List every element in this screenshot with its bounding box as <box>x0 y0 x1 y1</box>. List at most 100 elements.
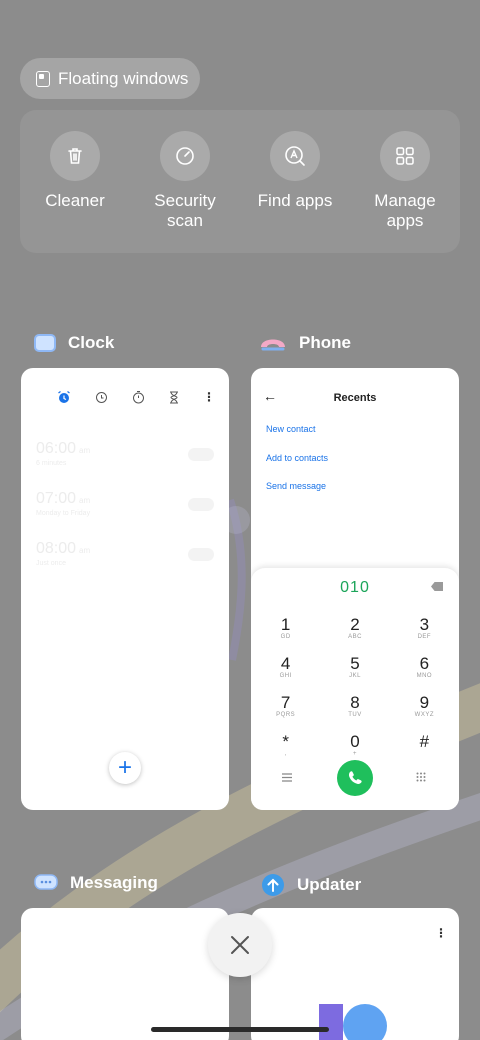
dial-key-letters: TUV <box>348 712 362 718</box>
dial-key-digit: 9 <box>419 693 430 712</box>
phone-app-name: Phone <box>299 333 351 352</box>
call-button[interactable] <box>337 760 373 796</box>
send-message-link[interactable]: Send message <box>266 481 326 491</box>
dial-key-letters: DEF <box>417 634 432 640</box>
timer-icon[interactable] <box>169 391 179 404</box>
alarm-ampm: am <box>79 496 91 505</box>
more-options-icon[interactable]: ⋮ <box>203 391 215 403</box>
dialed-number: 010 <box>340 579 370 596</box>
dial-key-8[interactable]: 8 TUV <box>320 694 389 719</box>
find-apps-label: Find apps <box>257 191 333 210</box>
updater-app-icon <box>262 874 284 896</box>
updater-app-card[interactable]: ⋮ <box>251 908 459 1040</box>
clear-all-button[interactable] <box>208 913 272 977</box>
messaging-app-icon <box>34 874 58 890</box>
dial-key-3[interactable]: 3 DEF <box>390 616 459 641</box>
dial-key-letters: , <box>284 751 287 757</box>
phone-icon <box>348 771 362 784</box>
dial-key-letters: GHI <box>279 673 292 679</box>
alarm-row[interactable]: 08:00 am Just once <box>36 540 214 580</box>
dial-key-digit: 3 <box>419 615 430 634</box>
updater-app-header[interactable]: Updater <box>261 873 361 897</box>
alarm-toggle[interactable] <box>188 548 214 561</box>
manage-apps-tool[interactable]: Manage apps <box>350 110 460 253</box>
recents-title: Recents <box>333 392 377 404</box>
miui-logo-icon <box>319 1004 387 1040</box>
dial-key-letters: PQRS <box>276 712 296 718</box>
phone-app-header[interactable]: Phone <box>259 333 351 353</box>
dial-key-letters: + <box>352 751 357 757</box>
security-scan-label: Security scan <box>154 191 216 230</box>
dial-key-digit: 5 <box>350 654 360 673</box>
alarm-row[interactable]: 07:00 am Monday to Friday <box>36 490 214 530</box>
alarm-repeat: 6 minutes <box>36 460 67 467</box>
alarm-row[interactable]: 06:00 am 6 minutes <box>36 440 214 480</box>
dial-key-digit: 2 <box>350 615 360 634</box>
dial-key-star[interactable]: *, <box>251 733 320 758</box>
stopwatch-icon[interactable] <box>132 390 145 404</box>
dial-key-digit: 0 <box>350 732 360 751</box>
manage-apps-label: Manage apps <box>374 191 436 230</box>
world-clock-icon[interactable] <box>95 391 108 404</box>
trash-icon <box>50 131 100 181</box>
grid-icon <box>380 131 430 181</box>
clock-app-card[interactable]: ⋮ 06:00 am 6 minutes 07:00 am Monday to Fr… <box>21 368 229 810</box>
alarm-toggle[interactable] <box>188 448 214 461</box>
dial-key-9[interactable]: 9 WXYZ <box>390 694 459 719</box>
dialpad-toggle-icon[interactable] <box>416 772 426 782</box>
alarm-toggle[interactable] <box>188 498 214 511</box>
clock-app-name: Clock <box>68 333 115 352</box>
alarm-icon[interactable] <box>57 390 71 404</box>
alarm-ampm: am <box>79 546 91 555</box>
dial-key-digit: 8 <box>350 693 360 712</box>
alarm-time: 07:00 <box>36 490 77 507</box>
cleaner-tool[interactable]: Cleaner <box>20 110 130 253</box>
dial-key-5[interactable]: 5 JKL <box>320 655 389 680</box>
quick-tools-panel: Cleaner Security scan Find apps Manage a… <box>20 110 460 253</box>
dial-key-digit: * <box>282 732 289 751</box>
dial-key-2[interactable]: 2 ABC <box>320 616 389 641</box>
clock-app-header[interactable]: Clock <box>34 333 114 353</box>
phone-app-icon <box>261 339 285 351</box>
messaging-app-header[interactable]: Messaging <box>34 873 158 893</box>
floating-window-icon <box>36 70 50 87</box>
alarm-repeat: Just once <box>36 560 66 567</box>
dial-keys: 1 GD 2 ABC 3 DEF 4 GHI 5 JKL 6 MNO 7 PQRS 8 TUV … <box>251 616 459 758</box>
updater-app-name: Updater <box>297 875 362 894</box>
phone-app-card[interactable]: ← Recents New contact Add to contacts Se… <box>251 368 459 810</box>
dial-key-0[interactable]: 0 + <box>320 733 389 758</box>
alarm-time: 08:00 <box>36 540 77 557</box>
security-scan-icon <box>160 131 210 181</box>
dial-key-digit: 4 <box>280 654 291 673</box>
find-apps-tool[interactable]: Find apps <box>240 110 350 253</box>
dial-key-hash[interactable]: # <box>390 733 459 758</box>
dial-key-6[interactable]: 6 MNO <box>390 655 459 680</box>
alarm-repeat: Monday to Friday <box>36 510 91 517</box>
dial-key-digit: 1 <box>280 615 291 634</box>
dial-key-letters: ABC <box>348 634 362 640</box>
add-alarm-button[interactable]: + <box>109 752 141 784</box>
floating-windows-button[interactable]: Floating windows <box>20 58 200 99</box>
messaging-app-name: Messaging <box>70 873 158 892</box>
more-options-icon[interactable]: ⋮ <box>435 926 447 940</box>
security-scan-tool[interactable]: Security scan <box>130 110 240 253</box>
alarm-ampm: am <box>79 446 91 455</box>
dial-key-1[interactable]: 1 GD <box>251 616 320 641</box>
dial-key-letters: MNO <box>416 673 433 679</box>
clock-tabs: ⋮ <box>57 390 215 404</box>
dial-key-letters: WXYZ <box>414 712 434 718</box>
menu-icon[interactable] <box>282 773 292 782</box>
dial-key-digit: 7 <box>280 693 291 712</box>
new-contact-link[interactable]: New contact <box>266 424 316 434</box>
dial-key-4[interactable]: 4 GHI <box>251 655 320 680</box>
plus-icon: + <box>117 754 132 781</box>
find-apps-icon <box>270 131 320 181</box>
dial-key-digit: # <box>419 732 430 751</box>
recents-section: ← Recents New contact Add to contacts Se… <box>251 368 459 568</box>
home-indicator[interactable] <box>151 1027 329 1032</box>
add-to-contacts-link[interactable]: Add to contacts <box>266 453 328 463</box>
dial-key-digit: 6 <box>419 654 430 673</box>
messaging-app-card[interactable] <box>21 908 229 1040</box>
clock-app-icon <box>34 334 56 352</box>
dial-key-7[interactable]: 7 PQRS <box>251 694 320 719</box>
